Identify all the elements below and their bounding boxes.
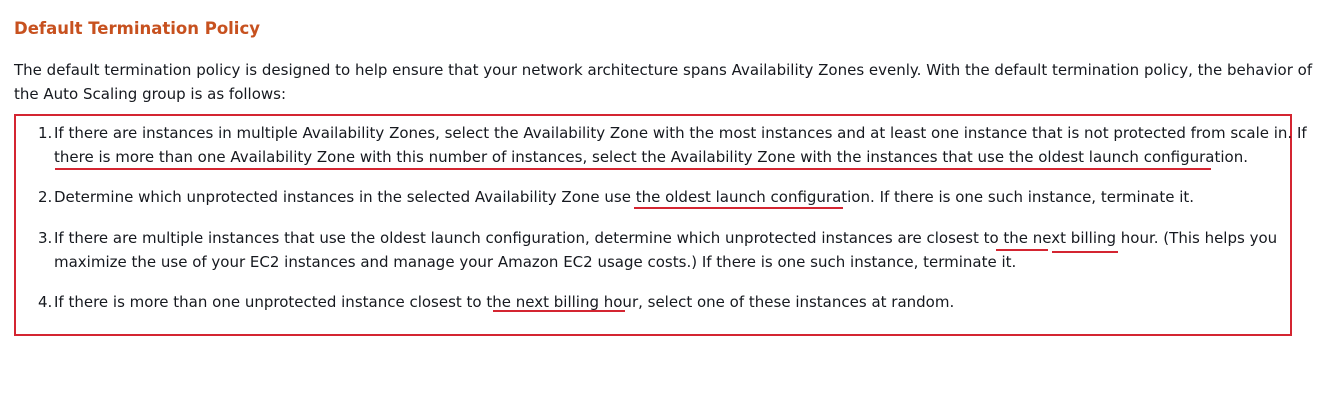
annotation-underline <box>634 207 843 209</box>
annotation-underline <box>996 249 1048 251</box>
list-item-text-line-2: maximize the use of your EC2 instances a… <box>54 253 1017 271</box>
section-heading: Default Termination Policy <box>14 19 261 38</box>
annotation-underline <box>55 168 1211 170</box>
list-item-text-line-1: If there are multiple instances that use… <box>54 229 1278 247</box>
annotation-underline <box>493 310 625 312</box>
list-item-number: 3. <box>38 229 53 247</box>
list-item-number: 2. <box>38 188 53 206</box>
intro-paragraph: The default termination policy is design… <box>14 61 1313 103</box>
list-item-number: 4. <box>38 293 53 311</box>
list-item-text-line-1: If there are instances in multiple Avail… <box>54 124 1307 142</box>
list-item-text-line-2: there is more than one Availability Zone… <box>54 148 1248 166</box>
annotation-underline <box>1052 251 1118 253</box>
list-item-number: 1. <box>38 124 53 142</box>
list-item-text-line-1: Determine which unprotected instances in… <box>54 188 1195 206</box>
